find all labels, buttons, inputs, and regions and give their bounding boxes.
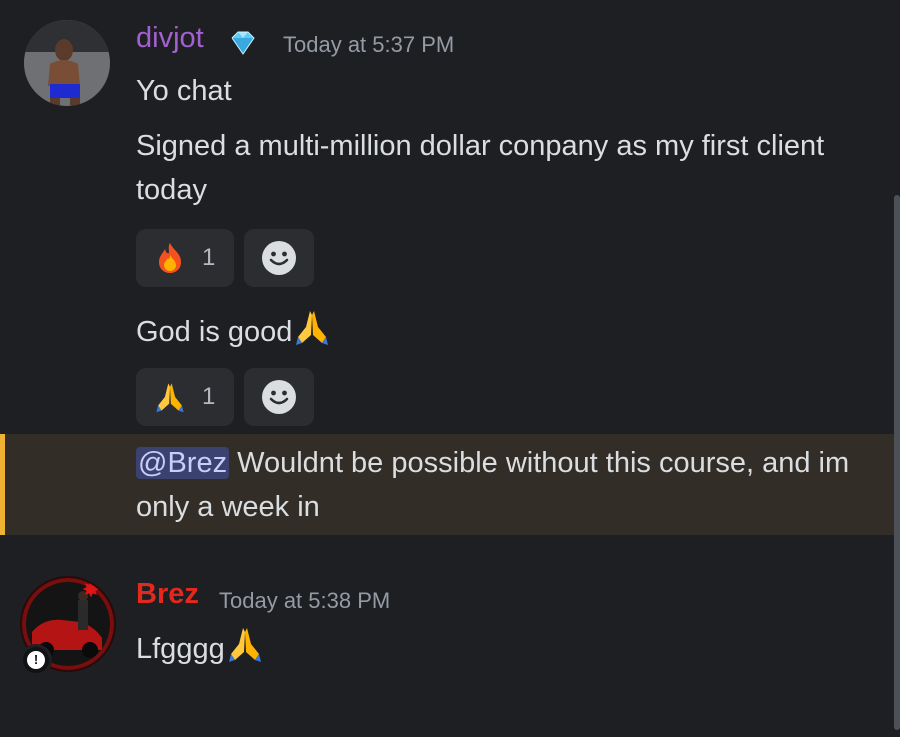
username-brez[interactable]: Brez	[136, 578, 199, 611]
message-text: Signed a multi-million dollar conpany as…	[136, 130, 825, 206]
chat-messages: divjot Today at 5:37 PM Yo chat Signed a…	[0, 0, 900, 737]
timestamp[interactable]: Today at 5:37 PM	[283, 32, 454, 58]
smile-icon	[262, 241, 296, 275]
add-reaction-button[interactable]	[244, 229, 314, 287]
reaction-count: 1	[202, 383, 216, 410]
message-text: Lfgggg	[136, 624, 265, 671]
folded-hands-emoji-icon	[152, 379, 188, 415]
scrollbar[interactable]	[894, 195, 900, 730]
smile-icon	[262, 380, 296, 414]
user-mention[interactable]: @Brez	[136, 447, 230, 479]
username-divjot[interactable]: divjot	[136, 22, 204, 55]
message-text-content: Wouldnt be possible without this course,…	[136, 447, 850, 523]
avatar-divjot[interactable]	[24, 20, 110, 106]
mention-highlight-bar	[0, 434, 5, 535]
folded-hands-emoji-icon	[292, 307, 332, 347]
message-text: Yo chat	[136, 75, 232, 107]
reaction-fire[interactable]: 1	[136, 229, 234, 287]
message-text: God is good	[136, 307, 332, 354]
avatar-photo	[24, 20, 110, 106]
timestamp[interactable]: Today at 5:38 PM	[219, 588, 390, 614]
message-text-content: Lfgggg	[136, 633, 225, 665]
message-text-content: God is good	[136, 316, 293, 348]
reaction-folded-hands[interactable]: 1	[136, 368, 234, 426]
add-reaction-button[interactable]	[244, 368, 314, 426]
diamond-icon[interactable]	[228, 30, 258, 56]
fire-emoji-icon	[152, 240, 188, 276]
anger-decoration-icon: ✸	[81, 578, 101, 603]
folded-hands-emoji-icon	[225, 624, 265, 664]
message-text: @Brez Wouldnt be possible without this c…	[136, 441, 886, 529]
reaction-count: 1	[202, 244, 216, 271]
status-badge: !	[20, 644, 52, 676]
exclamation-icon: !	[27, 651, 45, 669]
